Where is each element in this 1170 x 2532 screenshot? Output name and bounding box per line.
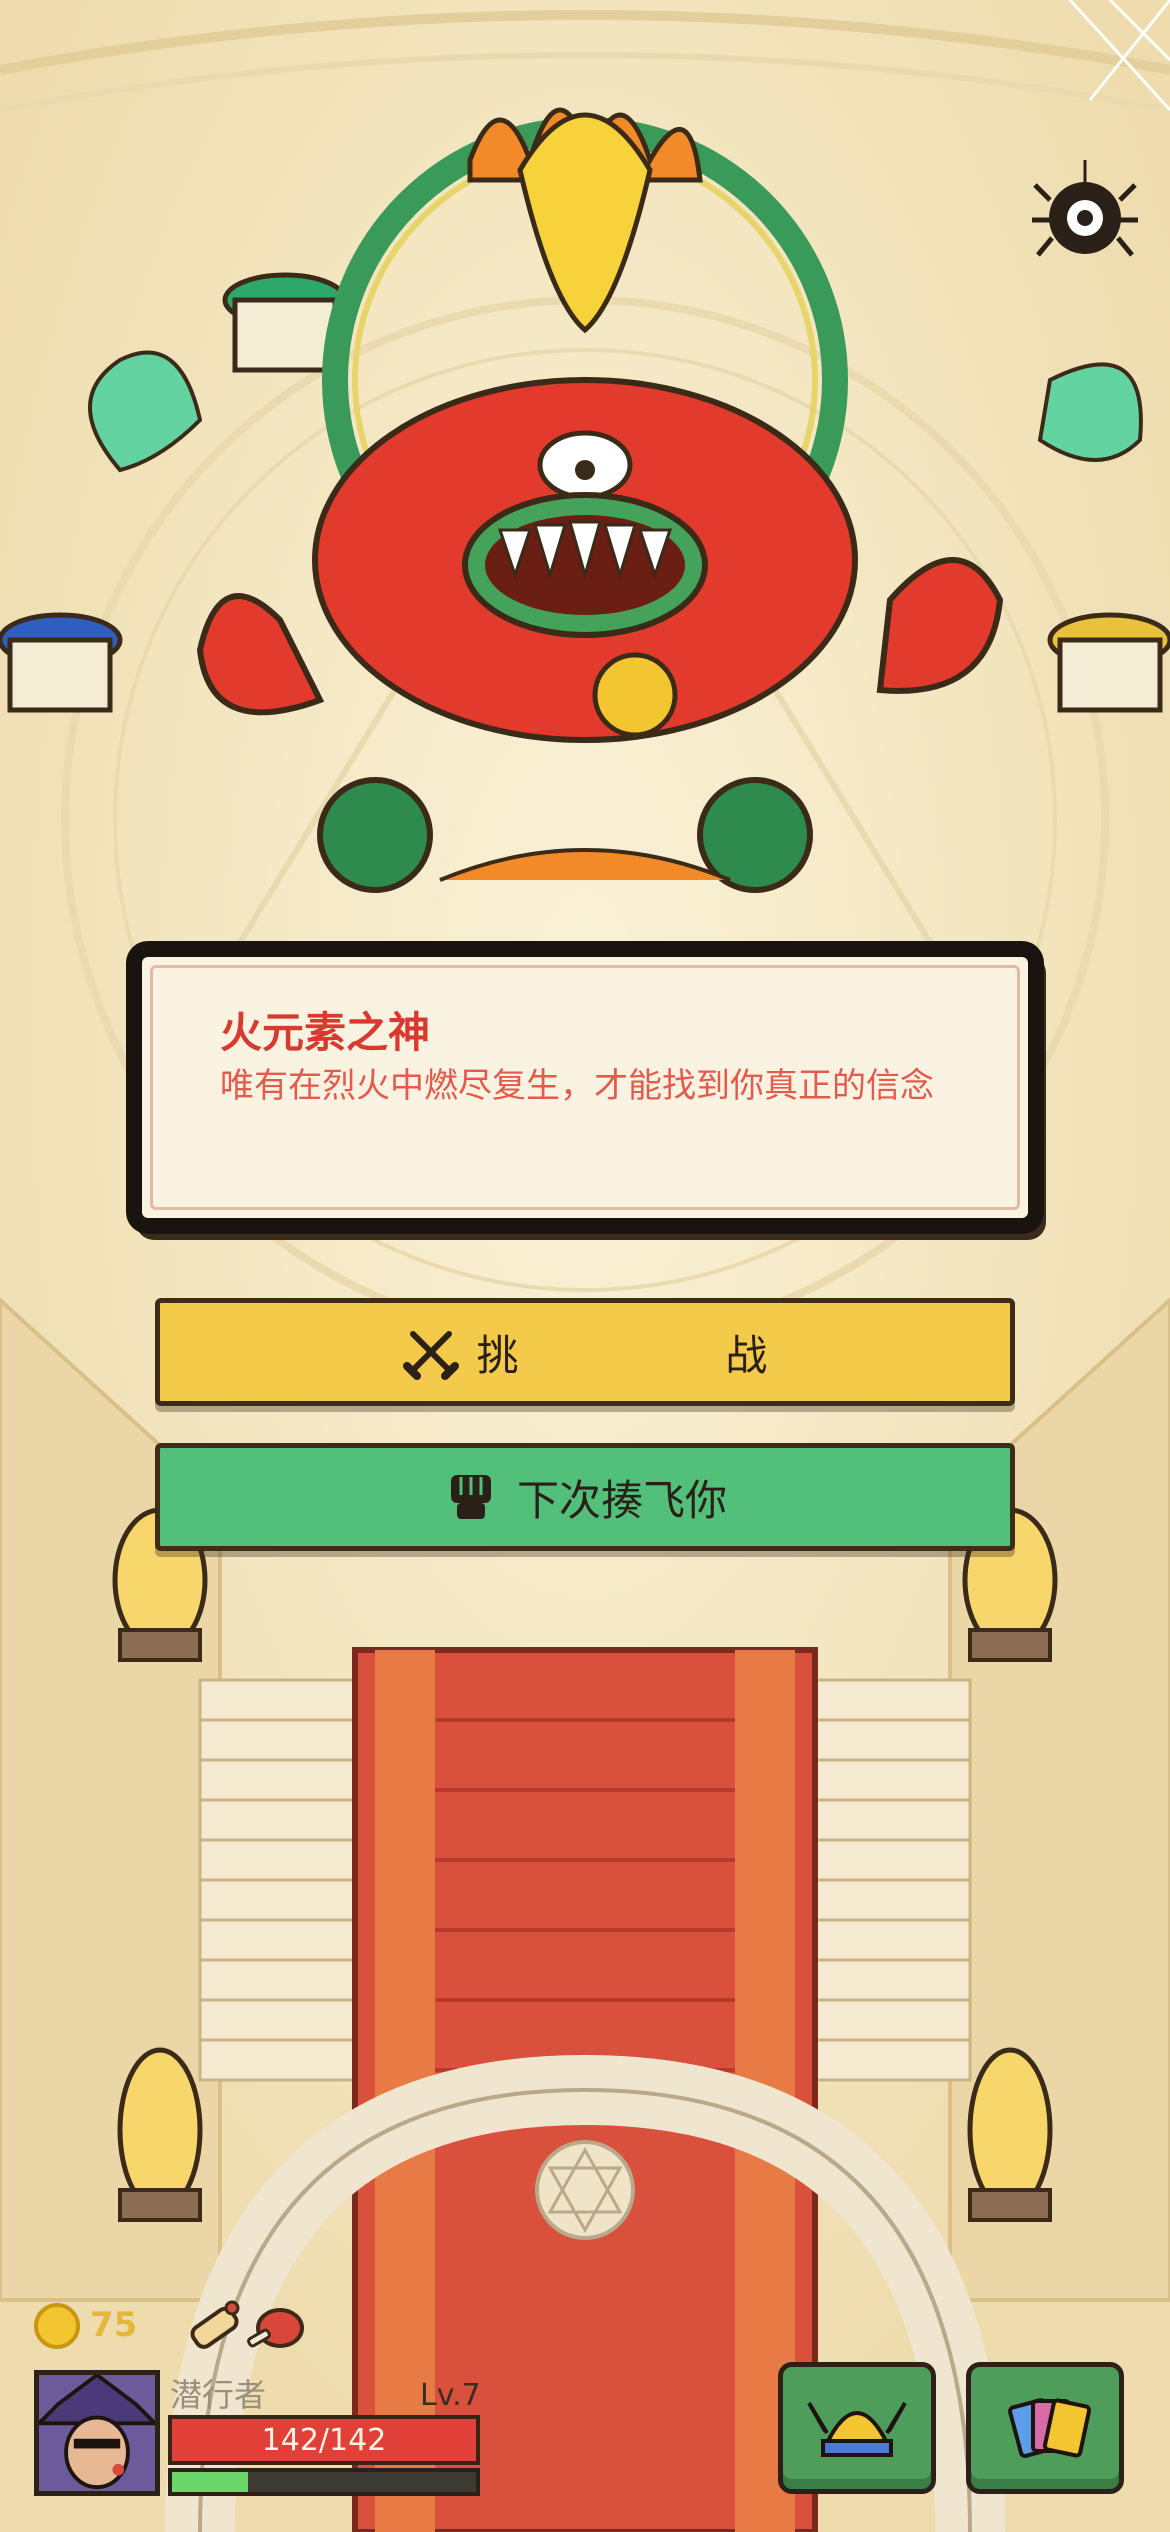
player-name: 潜行者 [170, 2376, 267, 2414]
coin-count: 75 [90, 2305, 138, 2345]
boss-name: 火元素之神 [220, 1008, 431, 1057]
game-scene: 火元素之神 唯有在烈火中燃尽复生，才能找到你真正的信念 挑 战 下次揍飞你 75… [0, 0, 1170, 2532]
hp-value: 142/142 [261, 2422, 387, 2458]
challenge-label-right: 战 [725, 1330, 768, 1380]
meat-relic-icon[interactable] [240, 2290, 310, 2360]
temple-background [0, 0, 1170, 2532]
viking-helmet-icon [807, 2401, 907, 2457]
cards-deck-icon [1008, 2398, 1092, 2458]
xp-fill [172, 2472, 248, 2492]
player-avatar[interactable] [34, 2370, 160, 2496]
challenge-button[interactable]: 挑 战 [155, 1298, 1015, 1406]
boss-quote: 唯有在烈火中燃尽复生，才能找到你真正的信念 [220, 1066, 934, 1106]
rogue-portrait-icon [39, 2375, 155, 2491]
next-time-button[interactable]: 下次揍飞你 [155, 1443, 1015, 1551]
hp-bar: 142/142 [168, 2415, 480, 2465]
crossed-swords-icon [402, 1331, 459, 1380]
spider-settings-icon[interactable] [1030, 160, 1140, 270]
cards-menu-button[interactable] [966, 2362, 1124, 2494]
xp-bar [168, 2468, 480, 2496]
next-time-label: 下次揍飞你 [516, 1475, 727, 1525]
coin-icon [34, 2303, 80, 2349]
challenge-label-left: 挑 [476, 1330, 519, 1380]
hero-menu-button[interactable] [778, 2362, 936, 2494]
player-level: Lv.7 [420, 2378, 481, 2413]
challenge-label: 挑 战 [477, 1322, 768, 1383]
fist-icon [450, 1475, 491, 1519]
boss-dialog: 火元素之神 唯有在烈火中燃尽复生，才能找到你真正的信念 [130, 945, 1040, 1230]
